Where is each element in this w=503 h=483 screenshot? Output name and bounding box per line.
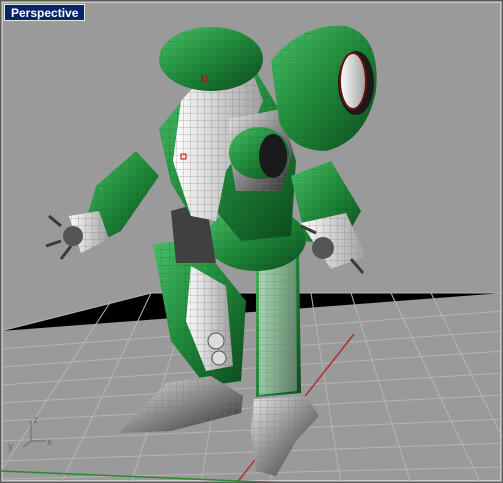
viewport-title-tab[interactable]: Perspective bbox=[4, 4, 86, 21]
axis-y-label: y bbox=[8, 441, 13, 452]
robot-model[interactable] bbox=[45, 25, 377, 476]
construction-grid bbox=[1, 292, 502, 482]
perspective-viewport[interactable]: z x y Perspective bbox=[0, 0, 503, 483]
viewport-canvas[interactable]: z x y bbox=[1, 1, 503, 483]
axis-x-label: x bbox=[47, 437, 52, 448]
axis-z-label: z bbox=[33, 415, 38, 426]
